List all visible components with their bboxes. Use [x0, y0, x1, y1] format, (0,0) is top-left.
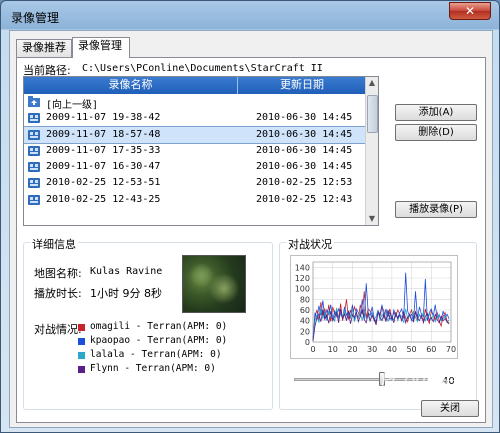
- x-tick-label: 70: [446, 345, 456, 354]
- close-dialog-button[interactable]: 关闭: [421, 400, 479, 417]
- table-row[interactable]: 2009-11-07 18-57-48 2010-06-30 14:45: [24, 125, 367, 144]
- duration-label: 播放时长:: [34, 287, 82, 300]
- scroll-thumb[interactable]: [367, 95, 378, 133]
- row-name: [向上一级]: [46, 100, 99, 111]
- y-tick-label: 100: [295, 285, 310, 294]
- replay-icon: [28, 177, 40, 189]
- map-label: 地图名称:: [34, 267, 82, 280]
- y-tick-label: 60: [300, 306, 310, 315]
- table-row[interactable]: 2009-11-07 19-38-42 2010-06-30 14:45: [24, 110, 366, 126]
- y-tick-label: 20: [300, 327, 310, 336]
- row-name: 2009-11-07 16-30-47: [46, 161, 161, 173]
- delete-button[interactable]: 删除(D): [395, 124, 477, 141]
- list-header: 录像名称 更新日期: [24, 77, 378, 94]
- player-entry: omagili - Terran(APM: 0): [90, 321, 228, 332]
- details-group: 详细信息 地图名称: Kulas Ravine 播放时长: 1小时 9分 8秒 …: [23, 236, 273, 410]
- replay-icon: [28, 194, 40, 205]
- column-header-name[interactable]: 录像名称: [24, 77, 238, 94]
- watermark-logo: PConline: [381, 369, 457, 391]
- row-date: 2010-06-30 14:45: [256, 112, 353, 124]
- replay-icon: [28, 145, 40, 156]
- folder-up-icon: [28, 96, 40, 107]
- replay-icon: [28, 161, 40, 173]
- x-tick-label: 40: [387, 345, 397, 354]
- table-row[interactable]: 2010-02-25 12-53-51 2010-02-25 12:53: [24, 175, 366, 191]
- duration-value: 1小时 9分 8秒: [90, 287, 162, 300]
- close-icon: ✕: [464, 4, 476, 18]
- scroll-up-icon[interactable]: ▲: [366, 77, 378, 89]
- y-tick-label: 40: [300, 317, 310, 326]
- row-name: 2009-11-07 19-38-42: [46, 112, 161, 124]
- x-tick-label: 60: [426, 345, 436, 354]
- x-tick-label: 20: [347, 345, 357, 354]
- x-tick-label: 30: [367, 345, 377, 354]
- play-replay-button[interactable]: 播放录像(P): [395, 201, 477, 218]
- title-bar[interactable]: 录像管理 ✕: [1, 1, 499, 29]
- list-scrollbar[interactable]: ▲ ▼: [365, 77, 378, 225]
- table-row[interactable]: 2009-11-07 17-35-33 2010-06-30 14:45: [24, 143, 366, 159]
- table-row[interactable]: 2009-11-07 16-30-47 2010-06-30 14:45: [24, 159, 366, 175]
- y-tick-label: 0: [305, 338, 310, 347]
- x-tick-label: 0: [310, 345, 315, 354]
- row-name: 2010-02-25 12-53-51: [46, 177, 161, 189]
- player-color-swatch: [78, 366, 85, 373]
- player-entry: kpaopao - Terran(APM: 0): [90, 335, 228, 346]
- replay-manager-window: 录像管理 ✕ 录像推荐 录像管理 当前路径: C:\Users\PConline…: [0, 0, 500, 433]
- window-title: 录像管理: [11, 11, 60, 25]
- row-name: 2009-11-07 18-57-48: [46, 128, 161, 140]
- map-thumbnail: [182, 255, 246, 313]
- list-rows: [向上一级] 2009-11-07 19-38-42 2010-06-30 14:4…: [24, 94, 367, 208]
- plot-frame: [312, 261, 452, 343]
- player-color-swatch: [78, 352, 85, 359]
- matchup-label: 对战情况:: [34, 323, 82, 336]
- y-tick-label: 80: [300, 295, 310, 304]
- table-row[interactable]: [向上一级]: [24, 94, 366, 111]
- replay-icon: [28, 129, 40, 140]
- row-date: 2010-02-25 12:53: [256, 177, 353, 189]
- column-header-date[interactable]: 更新日期: [238, 77, 366, 94]
- row-date: 2010-06-30 14:45: [256, 144, 353, 156]
- tab-recommended[interactable]: 录像推荐: [16, 39, 72, 57]
- path-value: C:\Users\PConline\Documents\StarCraft II: [82, 63, 323, 74]
- row-date: 2010-06-30 14:45: [256, 161, 353, 173]
- player-entry: lalala - Terran(APM: 0): [90, 349, 222, 360]
- scroll-down-icon[interactable]: ▼: [366, 213, 378, 225]
- player-color-swatch: [78, 324, 85, 331]
- tab-manage[interactable]: 录像管理: [72, 37, 130, 58]
- table-row[interactable]: 2010-02-25 12-43-25 2010-02-25 12:43: [24, 192, 366, 208]
- player-entry: Flynn - Terran(APM: 0): [90, 363, 216, 374]
- series-line: [312, 272, 450, 341]
- apm-chart-box: 0 20 40 60 80 100 120 140 0 10 20 30 40 50 60 70: [290, 255, 458, 359]
- replay-list[interactable]: 录像名称 更新日期 [向上一级] 2009-11-07 19-38-42 2010-…: [23, 76, 379, 226]
- add-button[interactable]: 添加(A): [395, 104, 477, 121]
- y-tick-label: 120: [295, 274, 310, 283]
- row-date: 2010-02-25 12:43: [256, 193, 353, 205]
- map-value: Kulas Ravine: [90, 266, 163, 277]
- battle-title: 对战状况: [286, 236, 334, 252]
- player-color-swatch: [78, 338, 85, 345]
- row-name: 2010-02-25 12-43-25: [46, 193, 161, 205]
- window-close-button[interactable]: ✕: [449, 2, 491, 20]
- x-tick-label: 50: [406, 345, 416, 354]
- replay-icon: [28, 112, 40, 124]
- details-title: 详细信息: [30, 236, 78, 252]
- row-name: 2009-11-07 17-35-33: [46, 144, 161, 156]
- x-tick-label: 10: [328, 345, 338, 354]
- apm-chart: 0204060801001201400 10 20 30 40 50 60 70: [295, 261, 456, 354]
- row-date: 2010-06-30 14:45: [256, 128, 353, 140]
- y-tick-label: 140: [295, 263, 310, 272]
